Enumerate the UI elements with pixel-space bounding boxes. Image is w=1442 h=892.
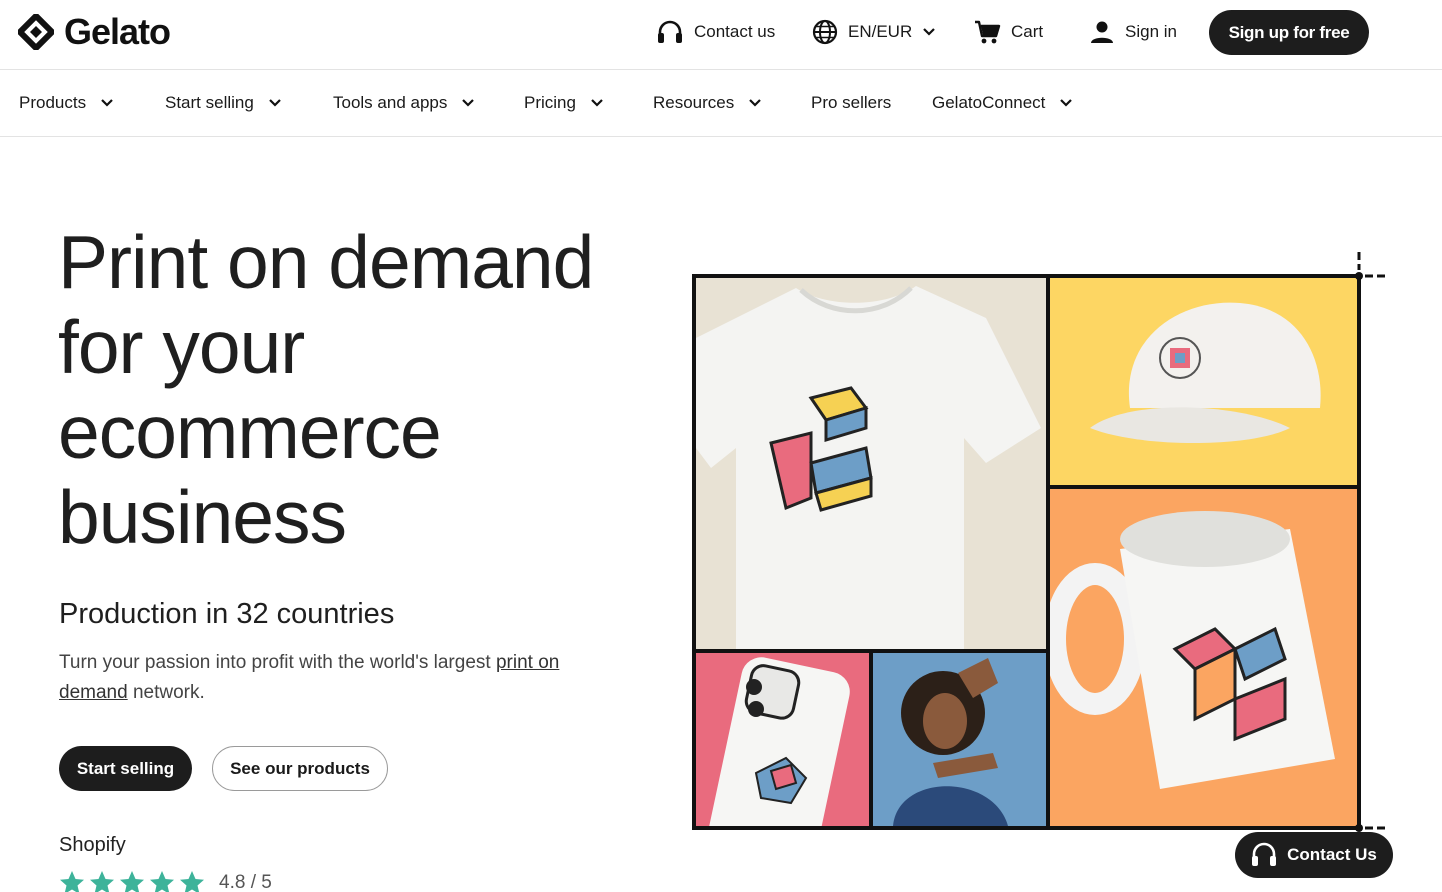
nav-item-label: Tools and apps bbox=[333, 93, 448, 112]
contact-us-label: Contact us bbox=[694, 22, 776, 41]
floating-contact-label: Contact Us bbox=[1287, 845, 1377, 864]
floating-contact-button[interactable]: Contact Us bbox=[1235, 832, 1393, 878]
chevron-down-icon bbox=[462, 99, 475, 107]
chevron-down-icon bbox=[749, 99, 762, 107]
brand-name: Gelato bbox=[64, 11, 171, 52]
chevron-down-icon bbox=[591, 99, 603, 107]
hero-title-line: Print on demand bbox=[58, 220, 594, 304]
nav-item-start-selling[interactable]: Start selling bbox=[165, 91, 282, 115]
cart-icon bbox=[975, 20, 1001, 44]
tshirt-image bbox=[696, 286, 1041, 649]
star-icon bbox=[90, 871, 114, 892]
nav-item-label: Pro sellers bbox=[811, 93, 892, 112]
locale-selector[interactable]: EN/EUR bbox=[812, 16, 936, 48]
nav-item-resources[interactable]: Resources bbox=[653, 91, 762, 115]
hero-description-text: network. bbox=[127, 682, 205, 703]
cart-link[interactable]: Cart bbox=[973, 16, 1043, 48]
top-bar: Gelato Contact us EN/EUR Cart Sign in Si… bbox=[0, 0, 1442, 70]
main-nav: Products Start selling Tools and apps Pr… bbox=[0, 71, 1442, 137]
hero-subheading: Production in 32 countries bbox=[59, 598, 395, 630]
product-collage bbox=[692, 274, 1361, 830]
nav-item-pricing[interactable]: Pricing bbox=[524, 91, 604, 115]
nav-item-gelatoconnect[interactable]: GelatoConnect bbox=[932, 91, 1073, 115]
nav-item-products[interactable]: Products bbox=[19, 91, 114, 115]
hero-title-line: for your bbox=[58, 305, 305, 389]
mug-image bbox=[1050, 511, 1335, 789]
nav-item-label: Resources bbox=[653, 93, 735, 112]
cart-label: Cart bbox=[1011, 22, 1044, 41]
chevron-down-icon bbox=[1060, 99, 1073, 107]
creator-photo-image bbox=[893, 658, 1008, 826]
nav-item-label: Pricing bbox=[524, 93, 576, 112]
tshirt-tile bbox=[696, 278, 1046, 649]
phone-case-tile bbox=[696, 653, 869, 826]
corner-handle-icon bbox=[1355, 252, 1385, 280]
sign-in-label: Sign in bbox=[1125, 22, 1177, 41]
nav-item-label: Products bbox=[19, 93, 87, 112]
user-icon bbox=[1091, 21, 1113, 43]
hero-title-line: ecommerce bbox=[58, 390, 442, 474]
star-icon bbox=[60, 871, 84, 892]
nav-item-pro-sellers[interactable]: Pro sellers bbox=[811, 91, 891, 115]
hero-title-line: business bbox=[58, 475, 347, 559]
chevron-down-icon bbox=[269, 99, 281, 107]
sign-up-button[interactable]: Sign up for free bbox=[1209, 10, 1369, 55]
locale-label: EN/EUR bbox=[848, 22, 913, 41]
headset-icon bbox=[658, 20, 682, 43]
mug-tile bbox=[1050, 489, 1357, 826]
rating-value: 4.8 / 5 bbox=[219, 872, 272, 892]
chevron-down-icon bbox=[101, 99, 113, 107]
globe-icon bbox=[812, 19, 838, 45]
nav-item-label: GelatoConnect bbox=[932, 93, 1046, 112]
nav-item-tools-and-apps[interactable]: Tools and apps bbox=[333, 91, 475, 115]
sign-in-link[interactable]: Sign in bbox=[1089, 16, 1177, 48]
gelato-logo-icon bbox=[18, 14, 54, 50]
star-icon bbox=[120, 871, 144, 892]
star-icon bbox=[150, 871, 174, 892]
creator-photo-tile bbox=[873, 653, 1046, 826]
phone-case-image bbox=[708, 657, 850, 826]
nav-item-label: Start selling bbox=[165, 93, 254, 112]
hero-description: Turn your passion into profit with the w… bbox=[59, 648, 619, 708]
rating-source: Shopify bbox=[59, 834, 126, 856]
hero-title: Print on demand for your ecommerce busin… bbox=[58, 220, 678, 560]
cap-tile bbox=[1050, 278, 1357, 485]
headset-icon bbox=[1252, 842, 1277, 866]
chevron-down-icon bbox=[923, 28, 936, 36]
rating-stars bbox=[59, 870, 205, 892]
see-products-button[interactable]: See our products bbox=[212, 746, 388, 791]
hero-description-text: Turn your passion into profit with the w… bbox=[59, 652, 496, 673]
logo[interactable]: Gelato bbox=[18, 11, 171, 52]
contact-us-link[interactable]: Contact us bbox=[656, 16, 775, 48]
start-selling-button[interactable]: Start selling bbox=[59, 746, 192, 791]
star-icon bbox=[180, 871, 204, 892]
cap-image bbox=[1090, 302, 1321, 443]
